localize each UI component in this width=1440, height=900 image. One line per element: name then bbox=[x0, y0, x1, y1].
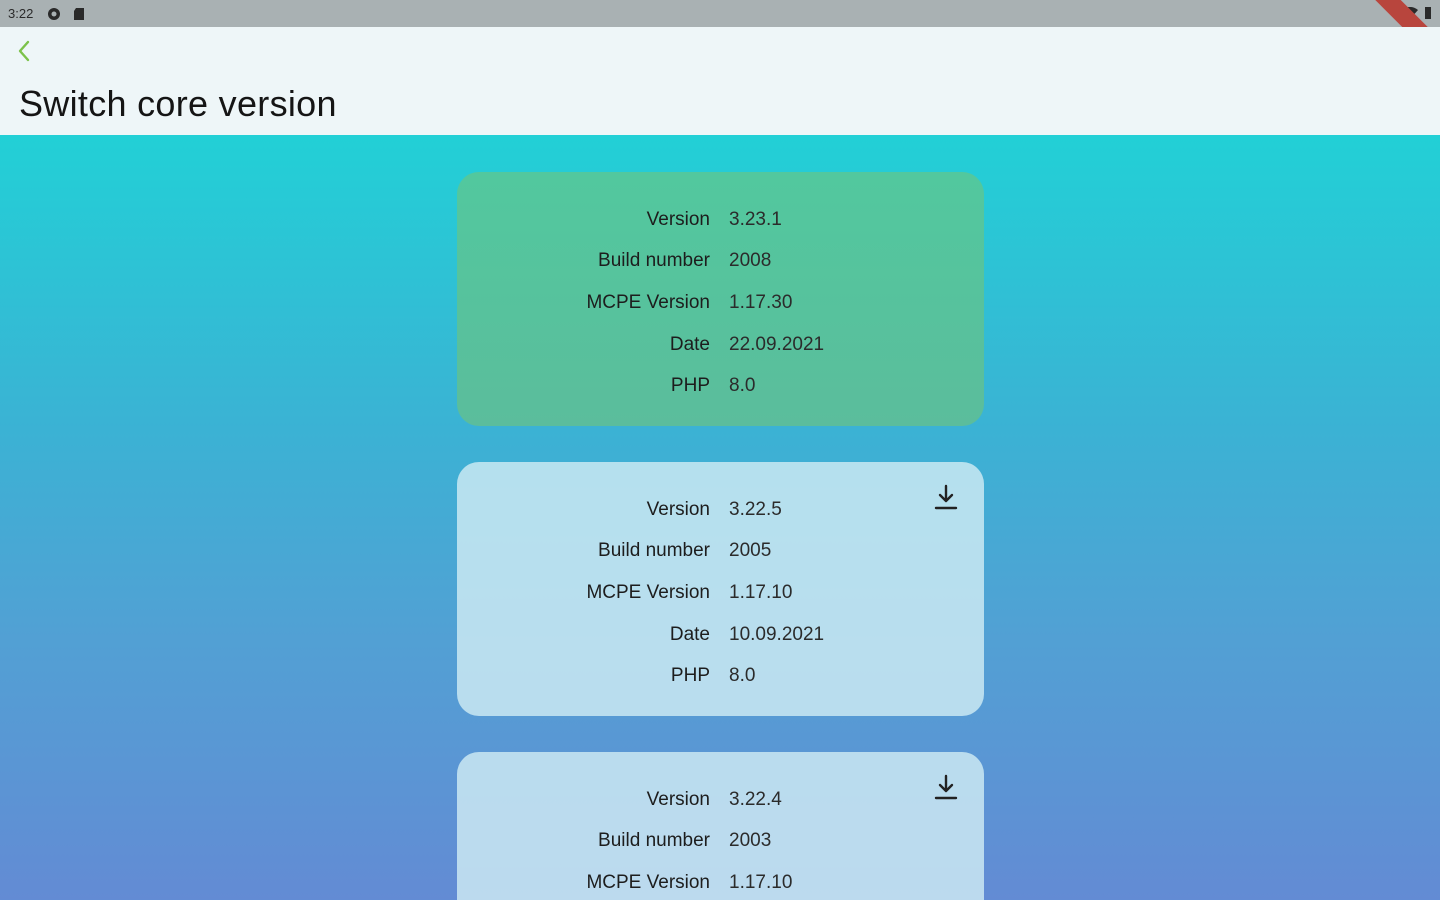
mcpe-version-row: MCPE Version 1.17.10 bbox=[457, 872, 984, 896]
mcpe-version-row: MCPE Version 1.17.10 bbox=[457, 582, 984, 606]
mcpe-version-label: MCPE Version bbox=[586, 292, 710, 313]
battery-icon bbox=[1425, 7, 1431, 19]
app-bar: Switch core version bbox=[0, 27, 1440, 135]
mcpe-version-value: 1.17.10 bbox=[729, 582, 793, 603]
build-number-value: 2003 bbox=[729, 830, 772, 851]
version-value: 3.22.4 bbox=[729, 789, 782, 810]
mcpe-version-value: 1.17.30 bbox=[729, 292, 793, 313]
php-label: PHP bbox=[670, 665, 710, 686]
back-button[interactable] bbox=[10, 37, 38, 65]
build-number-label: Build number bbox=[598, 540, 710, 561]
php-value: 8.0 bbox=[729, 375, 756, 396]
status-bar: 3:22 bbox=[0, 0, 1440, 74]
date-label: Date bbox=[669, 624, 710, 645]
build-number-value: 2008 bbox=[729, 250, 772, 271]
mcpe-version-label: MCPE Version bbox=[586, 872, 710, 893]
build-number-label: Build number bbox=[598, 250, 710, 271]
build-number-row: Build number 2003 bbox=[457, 830, 984, 854]
core-version-card[interactable]: Version 3.23.1 Build number 2008 MCPE Ve… bbox=[457, 172, 984, 426]
version-value: 3.23.1 bbox=[729, 209, 782, 230]
mcpe-version-label: MCPE Version bbox=[586, 582, 710, 603]
version-label: Version bbox=[646, 789, 710, 810]
php-row: PHP 8.0 bbox=[457, 665, 984, 689]
version-value: 3.22.5 bbox=[729, 499, 782, 520]
mcpe-version-row: MCPE Version 1.17.30 bbox=[457, 292, 984, 316]
version-row: Version 3.22.5 bbox=[457, 499, 984, 523]
version-label: Version bbox=[646, 209, 710, 230]
build-number-value: 2005 bbox=[729, 540, 772, 561]
php-label: PHP bbox=[670, 375, 710, 396]
build-number-row: Build number 2008 bbox=[457, 250, 984, 274]
build-number-label: Build number bbox=[598, 830, 710, 851]
date-value: 10.09.2021 bbox=[729, 624, 825, 645]
build-number-row: Build number 2005 bbox=[457, 540, 984, 564]
sd-card-status-icon bbox=[73, 7, 87, 21]
mcpe-version-value: 1.17.10 bbox=[729, 872, 793, 893]
core-version-card[interactable]: Version 3.22.4 Build number 2003 MCPE Ve… bbox=[457, 752, 984, 900]
date-row: Date 10.09.2021 bbox=[457, 624, 984, 648]
version-label: Version bbox=[646, 499, 710, 520]
version-row: Version 3.23.1 bbox=[457, 209, 984, 233]
php-value: 8.0 bbox=[729, 665, 756, 686]
date-value: 22.09.2021 bbox=[729, 334, 825, 355]
status-time: 3:22 bbox=[8, 6, 34, 21]
version-row: Version 3.22.4 bbox=[457, 789, 984, 813]
core-version-card[interactable]: Version 3.22.5 Build number 2005 MCPE Ve… bbox=[457, 462, 984, 716]
chevron-left-icon bbox=[18, 40, 30, 62]
php-row: PHP 8.0 bbox=[457, 375, 984, 399]
date-label: Date bbox=[669, 334, 710, 355]
settings-status-icon bbox=[47, 7, 61, 21]
page-title: Switch core version bbox=[19, 83, 337, 124]
date-row: Date 22.09.2021 bbox=[457, 334, 984, 358]
